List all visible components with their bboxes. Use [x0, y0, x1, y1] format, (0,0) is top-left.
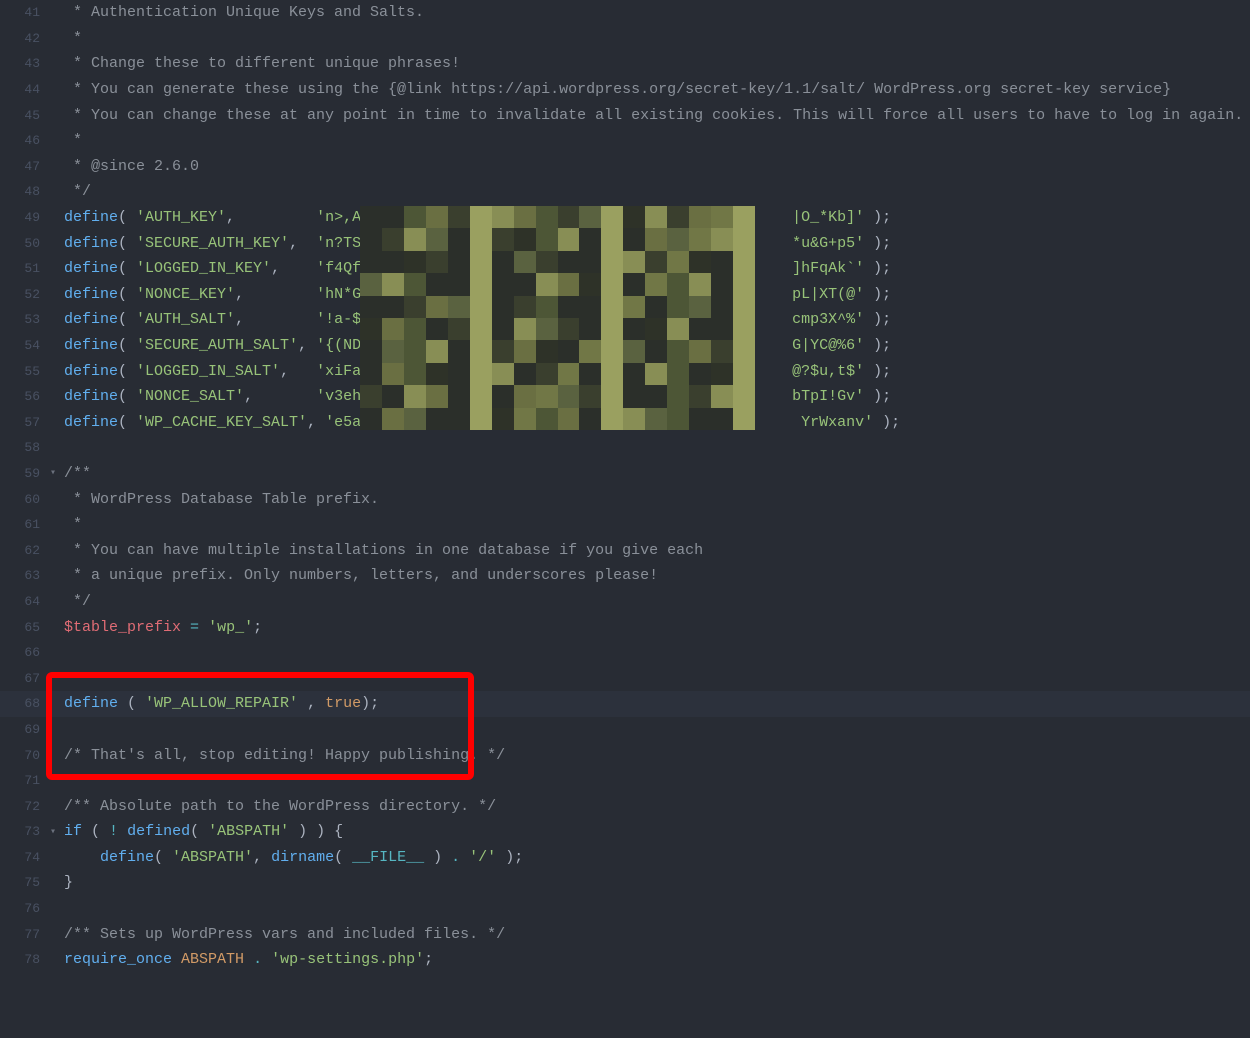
- gutter-line-number[interactable]: 78: [0, 952, 50, 967]
- code-content[interactable]: }: [64, 874, 1250, 891]
- gutter-line-number[interactable]: 72: [0, 799, 50, 814]
- code-content[interactable]: /* That's all, stop editing! Happy publi…: [64, 747, 1250, 764]
- code-line[interactable]: 76: [0, 896, 1250, 922]
- code-line[interactable]: 69: [0, 717, 1250, 743]
- gutter-line-number[interactable]: 73: [0, 824, 50, 839]
- code-line[interactable]: 72 /** Absolute path to the WordPress dir…: [0, 793, 1250, 819]
- code-content[interactable]: define ( 'WP_ALLOW_REPAIR' , true);: [64, 695, 1250, 712]
- code-content[interactable]: * You can change these at any point in t…: [64, 107, 1250, 124]
- gutter-line-number[interactable]: 61: [0, 517, 50, 532]
- code-line[interactable]: 44 * You can generate these using the {@…: [0, 77, 1250, 103]
- gutter-line-number[interactable]: 71: [0, 773, 50, 788]
- gutter-line-number[interactable]: 43: [0, 56, 50, 71]
- code-line[interactable]: 64 */: [0, 589, 1250, 615]
- gutter-line-number[interactable]: 44: [0, 82, 50, 97]
- gutter-line-number[interactable]: 68: [0, 696, 50, 711]
- code-line[interactable]: 43 * Change these to different unique ph…: [0, 51, 1250, 77]
- code-line[interactable]: 71: [0, 768, 1250, 794]
- gutter-line-number[interactable]: 52: [0, 287, 50, 302]
- code-line[interactable]: 73▾if ( ! defined( 'ABSPATH' ) ) {: [0, 819, 1250, 845]
- fold-marker-icon[interactable]: ▾: [50, 826, 64, 838]
- code-line[interactable]: 67: [0, 665, 1250, 691]
- code-line[interactable]: 66: [0, 640, 1250, 666]
- gutter-line-number[interactable]: 75: [0, 875, 50, 890]
- code-content[interactable]: */: [64, 593, 1250, 610]
- gutter-line-number[interactable]: 65: [0, 620, 50, 635]
- gutter-line-number[interactable]: 76: [0, 901, 50, 916]
- code-line[interactable]: 47 * @since 2.6.0: [0, 154, 1250, 180]
- gutter-line-number[interactable]: 66: [0, 645, 50, 660]
- gutter-line-number[interactable]: 56: [0, 389, 50, 404]
- code-line[interactable]: 58: [0, 435, 1250, 461]
- code-line[interactable]: 46 *: [0, 128, 1250, 154]
- code-content[interactable]: * Change these to different unique phras…: [64, 55, 1250, 72]
- code-line[interactable]: 74 define( 'ABSPATH', dirname( __FILE__ …: [0, 845, 1250, 871]
- gutter-line-number[interactable]: 55: [0, 364, 50, 379]
- gutter-line-number[interactable]: 47: [0, 159, 50, 174]
- gutter-line-number[interactable]: 51: [0, 261, 50, 276]
- code-line[interactable]: 59▾/**: [0, 461, 1250, 487]
- gutter-line-number[interactable]: 59: [0, 466, 50, 481]
- gutter-line-number[interactable]: 58: [0, 440, 50, 455]
- gutter-line-number[interactable]: 62: [0, 543, 50, 558]
- code-content[interactable]: * You can have multiple installations in…: [64, 542, 1250, 559]
- gutter-line-number[interactable]: 69: [0, 722, 50, 737]
- gutter-line-number[interactable]: 48: [0, 184, 50, 199]
- code-line[interactable]: 63 * a unique prefix. Only numbers, lett…: [0, 563, 1250, 589]
- code-line[interactable]: 70 /* That's all, stop editing! Happy pub…: [0, 742, 1250, 768]
- code-line[interactable]: 77 /** Sets up WordPress vars and include…: [0, 921, 1250, 947]
- gutter-line-number[interactable]: 57: [0, 415, 50, 430]
- code-content[interactable]: /** Sets up WordPress vars and included …: [64, 926, 1250, 943]
- gutter-line-number[interactable]: 41: [0, 5, 50, 20]
- code-content[interactable]: * You can generate these using the {@lin…: [64, 81, 1250, 98]
- code-content[interactable]: * Authentication Unique Keys and Salts.: [64, 4, 1250, 21]
- code-line[interactable]: 75}: [0, 870, 1250, 896]
- fold-marker-icon[interactable]: ▾: [50, 467, 64, 479]
- gutter-line-number[interactable]: 46: [0, 133, 50, 148]
- code-content[interactable]: * WordPress Database Table prefix.: [64, 491, 1250, 508]
- gutter-line-number[interactable]: 49: [0, 210, 50, 225]
- code-content[interactable]: */: [64, 183, 1250, 200]
- gutter-line-number[interactable]: 67: [0, 671, 50, 686]
- code-content[interactable]: if ( ! defined( 'ABSPATH' ) ) {: [64, 823, 1250, 840]
- gutter-line-number[interactable]: 53: [0, 312, 50, 327]
- code-line[interactable]: 42 *: [0, 26, 1250, 52]
- gutter-line-number[interactable]: 54: [0, 338, 50, 353]
- code-content[interactable]: * a unique prefix. Only numbers, letters…: [64, 567, 1250, 584]
- gutter-line-number[interactable]: 70: [0, 748, 50, 763]
- code-content[interactable]: $table_prefix = 'wp_';: [64, 619, 1250, 636]
- code-editor[interactable]: 41 * Authentication Unique Keys and Salt…: [0, 0, 1250, 973]
- code-content[interactable]: require_once ABSPATH . 'wp-settings.php'…: [64, 951, 1250, 968]
- code-line[interactable]: 45 * You can change these at any point i…: [0, 102, 1250, 128]
- code-line[interactable]: 65 $table_prefix = 'wp_';: [0, 614, 1250, 640]
- code-content[interactable]: *: [64, 132, 1250, 149]
- code-content[interactable]: /** Absolute path to the WordPress direc…: [64, 798, 1250, 815]
- code-content[interactable]: /**: [64, 465, 1250, 482]
- code-content[interactable]: *: [64, 30, 1250, 47]
- code-line[interactable]: 68 define ( 'WP_ALLOW_REPAIR' , true);: [0, 691, 1250, 717]
- gutter-line-number[interactable]: 74: [0, 850, 50, 865]
- gutter-line-number[interactable]: 42: [0, 31, 50, 46]
- code-content[interactable]: * @since 2.6.0: [64, 158, 1250, 175]
- gutter-line-number[interactable]: 63: [0, 568, 50, 583]
- gutter-line-number[interactable]: 77: [0, 927, 50, 942]
- gutter-line-number[interactable]: 64: [0, 594, 50, 609]
- gutter-line-number[interactable]: 45: [0, 108, 50, 123]
- code-line[interactable]: 41 * Authentication Unique Keys and Salt…: [0, 0, 1250, 26]
- code-content[interactable]: *: [64, 516, 1250, 533]
- code-content[interactable]: define( 'ABSPATH', dirname( __FILE__ ) .…: [64, 849, 1250, 866]
- pixelated-overlay: [360, 206, 755, 430]
- code-line[interactable]: 62 * You can have multiple installations…: [0, 537, 1250, 563]
- code-line[interactable]: 78 require_once ABSPATH . 'wp-settings.ph…: [0, 947, 1250, 973]
- code-line[interactable]: 61 *: [0, 512, 1250, 538]
- gutter-line-number[interactable]: 50: [0, 236, 50, 251]
- code-line[interactable]: 48 */: [0, 179, 1250, 205]
- gutter-line-number[interactable]: 60: [0, 492, 50, 507]
- code-line[interactable]: 60 * WordPress Database Table prefix.: [0, 486, 1250, 512]
